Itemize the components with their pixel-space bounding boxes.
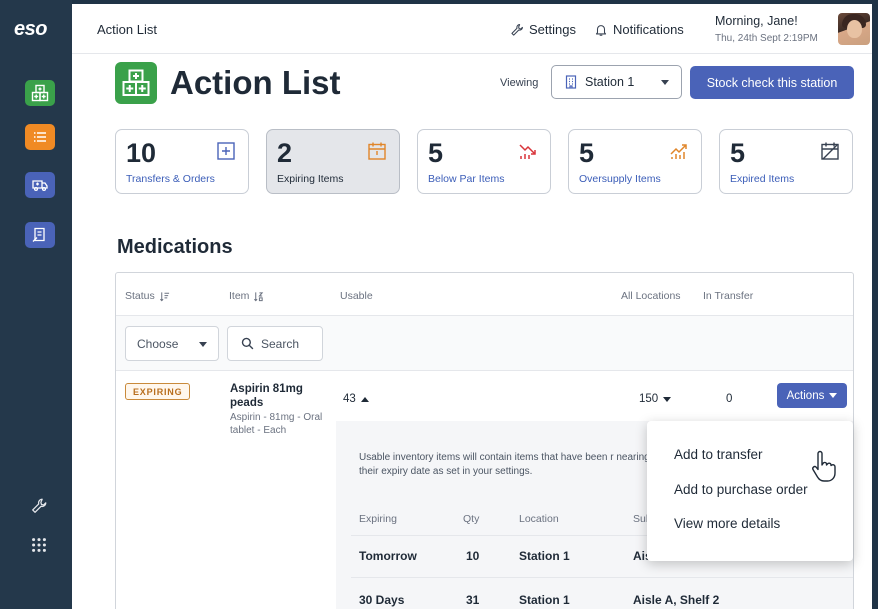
column-item[interactable]: Item <box>229 290 264 302</box>
apps-grid-icon[interactable] <box>28 534 50 556</box>
detail-header-expiring: Expiring <box>359 513 397 525</box>
detail-note: Usable inventory items will contain item… <box>359 452 650 477</box>
card-count: 5 <box>730 138 746 168</box>
detail-divider <box>351 577 853 578</box>
breadcrumb[interactable]: Action List <box>97 22 157 37</box>
column-usable: Usable <box>340 290 373 302</box>
card-oversupply-items[interactable]: 5 Oversupply Items <box>568 129 702 194</box>
avatar[interactable] <box>838 13 870 45</box>
chevron-down-icon <box>829 393 838 398</box>
item-description: Aspirin - 81mg - Oral tablet - Each <box>230 412 323 436</box>
card-transfers-orders[interactable]: 10 Transfers & Orders <box>115 129 249 194</box>
usable-value: 43 <box>343 393 356 405</box>
detail-qty: 31 <box>466 593 480 607</box>
action-list-icon <box>115 62 157 104</box>
notifications-link[interactable]: Notifications <box>594 22 684 37</box>
column-status-label: Status <box>125 290 155 302</box>
main-panel: Action List Settings Notifications Morni… <box>72 4 872 609</box>
detail-header-qty: Qty <box>463 513 480 525</box>
card-label: Expiring Items <box>277 173 344 185</box>
all-locations-value: 150 <box>639 393 659 405</box>
station-select[interactable]: Station 1 <box>551 65 682 99</box>
card-expiring-items[interactable]: 2 Expiring Items <box>266 129 400 194</box>
building-icon <box>565 75 577 89</box>
detail-qty: 10 <box>466 549 480 563</box>
sidebar: eso <box>0 0 72 609</box>
detail-sub-location: Aisle A, Shelf 2 <box>633 593 720 607</box>
column-status[interactable]: Status <box>125 290 170 302</box>
all-locations-toggle[interactable]: 150 <box>639 393 672 405</box>
status-filter-select[interactable]: Choose <box>125 326 219 361</box>
chevron-down-icon <box>661 80 669 85</box>
card-count: 5 <box>579 138 595 168</box>
chevron-down-icon <box>663 396 672 402</box>
card-expired-items[interactable]: 5 Expired Items <box>719 129 853 194</box>
stock-check-button[interactable]: Stock check this station <box>690 66 854 99</box>
status-filter-value: Choose <box>137 336 179 351</box>
list-nav-icon[interactable] <box>25 124 55 150</box>
trend-down-icon <box>519 144 536 159</box>
detail-expiring: Tomorrow <box>359 549 417 563</box>
greeting: Morning, Jane! <box>715 14 798 28</box>
calendar-x-icon <box>821 142 839 160</box>
filter-row: Choose <box>116 316 853 371</box>
datetime: Thu, 24th Sept 2:19PM <box>715 33 818 44</box>
action-list-nav-icon[interactable] <box>25 80 55 106</box>
search-field[interactable] <box>227 326 323 361</box>
search-icon <box>241 337 254 350</box>
calendar-icon <box>368 142 386 160</box>
actions-label: Actions <box>786 389 825 402</box>
hand-cursor-icon <box>812 450 836 482</box>
actions-menu: Add to transfer Add to purchase order Vi… <box>647 421 853 561</box>
page-title: Action List <box>170 64 341 101</box>
column-all-locations: All Locations <box>621 290 681 302</box>
sort-icon <box>254 291 264 301</box>
column-item-label: Item <box>229 290 250 302</box>
card-label: Below Par Items <box>428 173 505 185</box>
detail-location: Station 1 <box>519 593 570 607</box>
item-name: Aspirin 81mg peads <box>230 383 303 409</box>
bell-icon <box>595 24 607 36</box>
card-label: Oversupply Items <box>579 173 661 185</box>
top-bar: Action List Settings Notifications Morni… <box>72 4 872 54</box>
card-count: 10 <box>126 138 157 168</box>
notifications-label: Notifications <box>613 22 684 37</box>
card-count: 5 <box>428 138 444 168</box>
actions-button[interactable]: Actions <box>777 383 847 408</box>
wrench-icon <box>511 23 523 36</box>
card-label: Expired Items <box>730 173 795 185</box>
plus-square-icon <box>217 142 235 160</box>
wrench-icon[interactable] <box>28 495 50 517</box>
viewing-label: Viewing <box>500 77 539 89</box>
chevron-up-icon <box>360 396 369 402</box>
trend-up-icon <box>670 144 687 159</box>
usable-toggle[interactable]: 43 <box>343 393 369 405</box>
eso-logo[interactable]: eso <box>14 18 47 41</box>
clipboard-nav-icon[interactable] <box>25 222 55 248</box>
menu-item-add-to-transfer[interactable]: Add to transfer <box>674 447 763 462</box>
menu-item-add-to-purchase-order[interactable]: Add to purchase order <box>674 482 808 497</box>
detail-expiring: 30 Days <box>359 593 405 607</box>
station-value: Station 1 <box>585 75 635 89</box>
medications-title: Medications <box>117 236 233 258</box>
card-count: 2 <box>277 138 293 168</box>
ambulance-nav-icon[interactable] <box>25 172 55 198</box>
detail-location: Station 1 <box>519 549 570 563</box>
chevron-down-icon <box>199 342 207 347</box>
column-in-transfer: In Transfer <box>703 290 754 302</box>
settings-link[interactable]: Settings <box>510 22 576 37</box>
search-input[interactable] <box>261 336 316 351</box>
card-label: Transfers & Orders <box>126 173 215 185</box>
in-transfer-value: 0 <box>726 393 733 405</box>
settings-label: Settings <box>529 22 576 37</box>
card-below-par-items[interactable]: 5 Below Par Items <box>417 129 551 194</box>
status-badge: EXPIRING <box>125 383 191 400</box>
detail-header-location: Location <box>519 513 559 525</box>
sort-icon <box>159 291 169 301</box>
menu-item-view-more-details[interactable]: View more details <box>674 516 780 531</box>
